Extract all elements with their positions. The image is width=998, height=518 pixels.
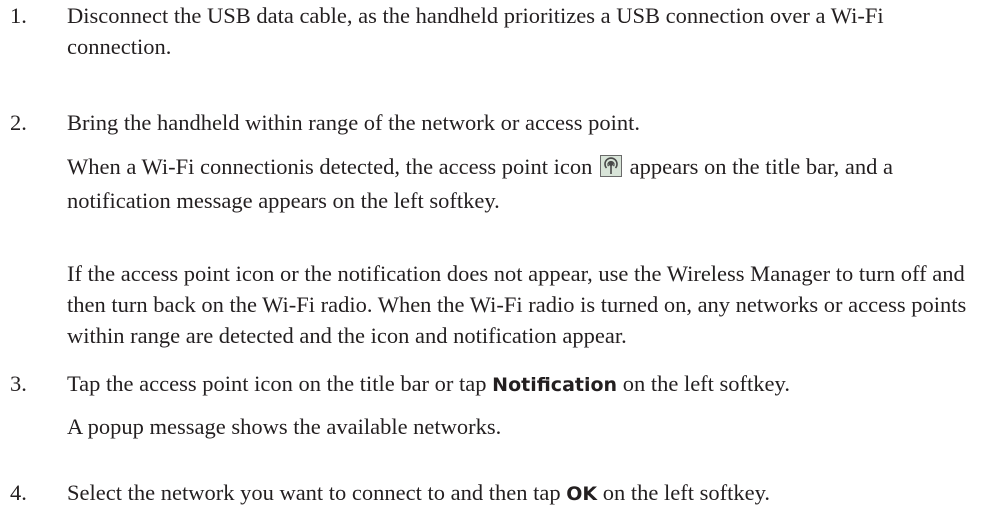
detail-text-start: When a Wi-Fi connectionis detected, the … xyxy=(67,154,593,179)
step-text-start: Tap the access point icon on the title b… xyxy=(67,371,487,396)
step-text-end: on the left softkey. xyxy=(602,480,770,505)
step-text: Bring the handheld within range of the n… xyxy=(67,110,640,135)
ok-label: OK xyxy=(566,483,598,505)
step-number: 3. xyxy=(10,371,27,396)
step-text-start: Select the network you want to connect t… xyxy=(67,480,561,505)
step-number: 2. xyxy=(10,110,27,135)
notification-label: Notification xyxy=(492,374,618,396)
step-text-end: on the left softkey. xyxy=(622,371,790,396)
step-detail: A popup message shows the available netw… xyxy=(67,414,502,439)
step-detail: When a Wi-Fi connectionis detected, the … xyxy=(67,151,972,216)
step-number: 4. xyxy=(10,480,27,505)
step-text: Tap the access point icon on the title b… xyxy=(67,368,972,401)
step-text: Disconnect the USB data cable, as the ha… xyxy=(67,3,884,59)
access-point-icon xyxy=(600,154,623,185)
step-note: If the access point icon or the notifica… xyxy=(67,261,967,348)
step-text: Select the network you want to connect t… xyxy=(67,477,972,510)
step-number: 1. xyxy=(10,3,27,28)
